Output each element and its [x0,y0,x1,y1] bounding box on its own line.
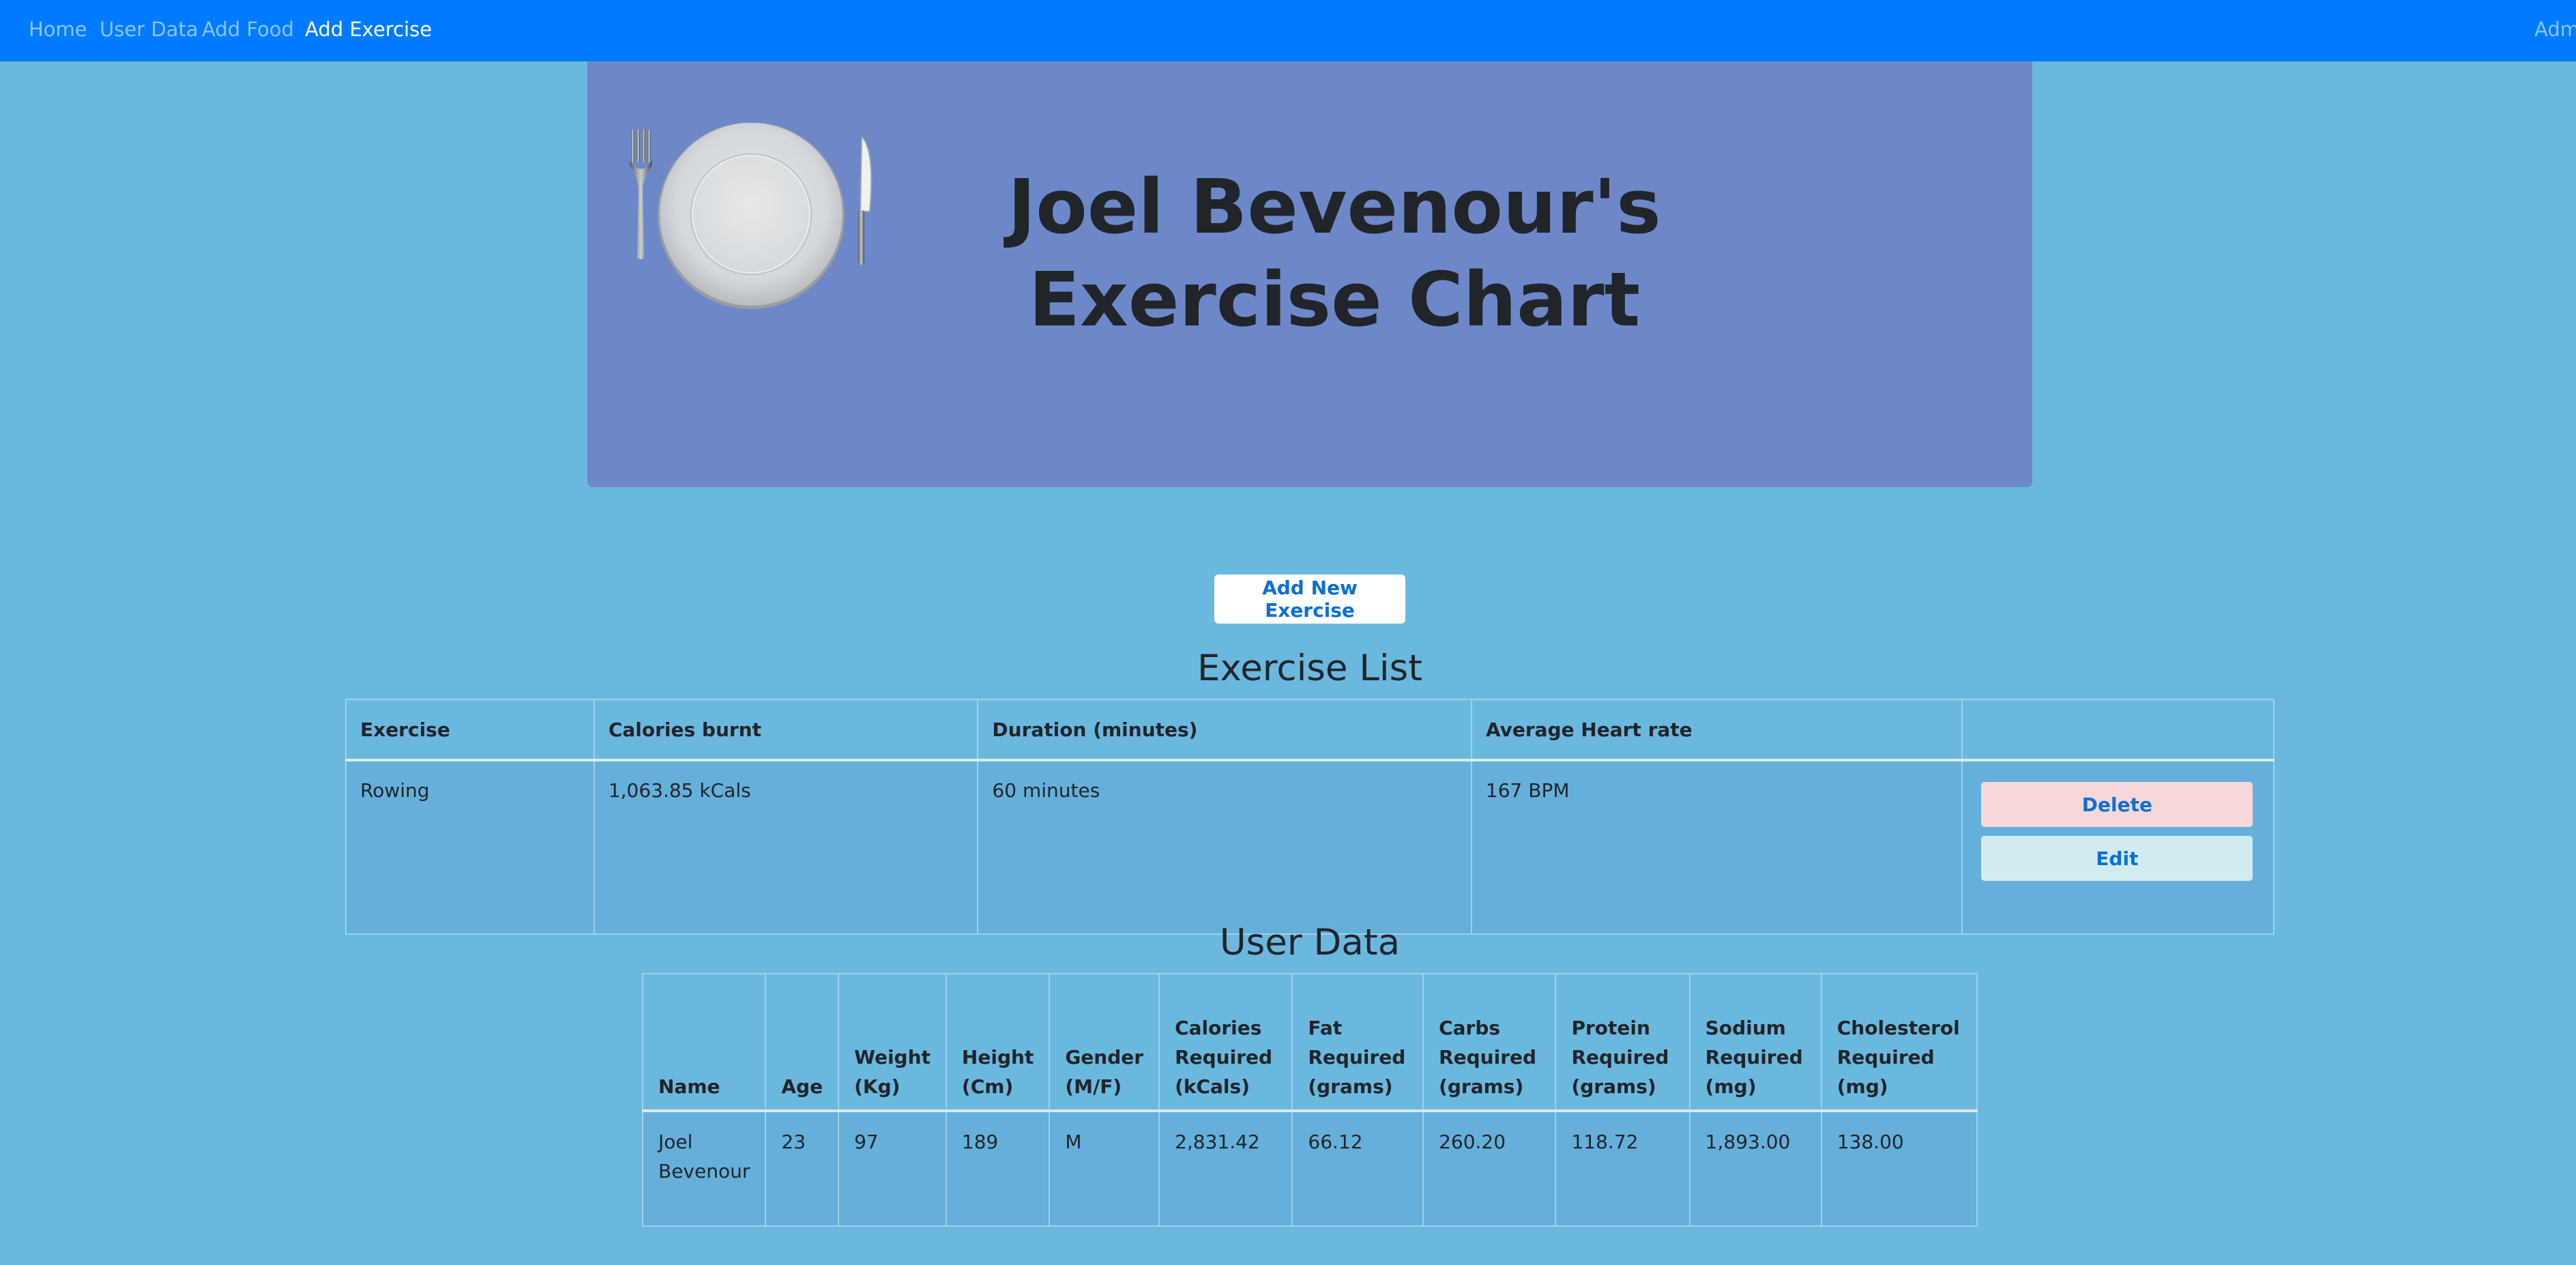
calories-cell: 1,063.85 kCals [593,759,979,935]
user-data-table: Name Age Weight (Kg) Height (Cm) Gender … [641,973,1978,1227]
calories-required-cell: 2,831.42 [1158,1110,1293,1227]
column-header-age: Age [765,973,840,1111]
exercise-list-title: Exercise List [1197,648,1423,689]
column-header-height: Height (Cm) [945,973,1051,1111]
nav-add-food-link[interactable]: Add Food [202,18,294,41]
add-new-exercise-button[interactable]: Add New Exercise [1214,575,1405,624]
duration-cell: 60 minutes [977,759,1472,935]
gender-cell: M [1049,1110,1160,1227]
plate-icon [658,123,845,309]
column-header-protein-required: Protein Required (grams) [1555,973,1690,1111]
nav-admin-link[interactable]: Adm [2534,18,2576,41]
table-row: Joel Bevenour 23 97 189 M 2,831.42 66.12… [641,1110,1978,1227]
column-header-weight: Weight (Kg) [838,973,947,1111]
column-header-sodium-required: Sodium Required (mg) [1688,973,1822,1111]
column-header-duration: Duration (minutes) [977,699,1472,761]
column-header-carbs-required: Carbs Required (grams) [1422,973,1557,1111]
column-header-calories: Calories burnt [593,699,979,761]
table-row: Rowing 1,063.85 kCals 60 minutes 167 BPM… [345,759,2274,935]
actions-cell: Delete Edit [1961,759,2274,935]
top-navbar: Home User Data Add Food Add Exercise Adm [0,0,2576,61]
column-header-actions [1961,699,2274,761]
exercise-table-header-row: Exercise Calories burnt Duration (minute… [345,699,2274,761]
fat-required-cell: 66.12 [1291,1110,1424,1227]
hero-banner: Joel Bevenour's Exercise Chart [587,61,2032,487]
nav-home-link[interactable]: Home [29,18,87,41]
heart-rate-cell: 167 BPM [1470,759,1963,935]
column-header-exercise: Exercise [345,699,595,761]
page-title: Joel Bevenour's Exercise Chart [1008,163,1661,343]
delete-button[interactable]: Delete [1981,782,2253,827]
protein-required-cell: 118.72 [1555,1110,1690,1227]
sodium-required-cell: 1,893.00 [1688,1110,1822,1227]
column-header-fat-required: Fat Required (grams) [1291,973,1424,1111]
exercise-table: Exercise Calories burnt Duration (minute… [345,699,2274,935]
user-table-header-row: Name Age Weight (Kg) Height (Cm) Gender … [641,973,1978,1111]
edit-button[interactable]: Edit [1981,836,2253,881]
height-cell: 189 [945,1110,1051,1227]
column-header-gender: Gender (M/F) [1049,973,1160,1111]
column-header-cholesterol-required: Cholesterol Required (mg) [1820,973,1978,1111]
age-cell: 23 [765,1110,840,1227]
column-header-calories-required: Calories Required (kCals) [1158,973,1293,1111]
carbs-required-cell: 260.20 [1422,1110,1557,1227]
cholesterol-required-cell: 138.00 [1820,1110,1978,1227]
fork-icon [630,130,652,259]
exercise-cell: Rowing [345,759,595,935]
weight-cell: 97 [838,1110,947,1227]
column-header-name: Name [641,973,767,1111]
nav-add-exercise-link[interactable]: Add Exercise [305,18,432,41]
name-cell: Joel Bevenour [641,1110,767,1227]
plate-fork-knife-icon [630,123,873,309]
user-data-title: User Data [1219,922,1401,963]
column-header-heart-rate: Average Heart rate [1470,699,1963,761]
nav-user-data-link[interactable]: User Data [100,18,199,41]
knife-icon [858,134,873,265]
